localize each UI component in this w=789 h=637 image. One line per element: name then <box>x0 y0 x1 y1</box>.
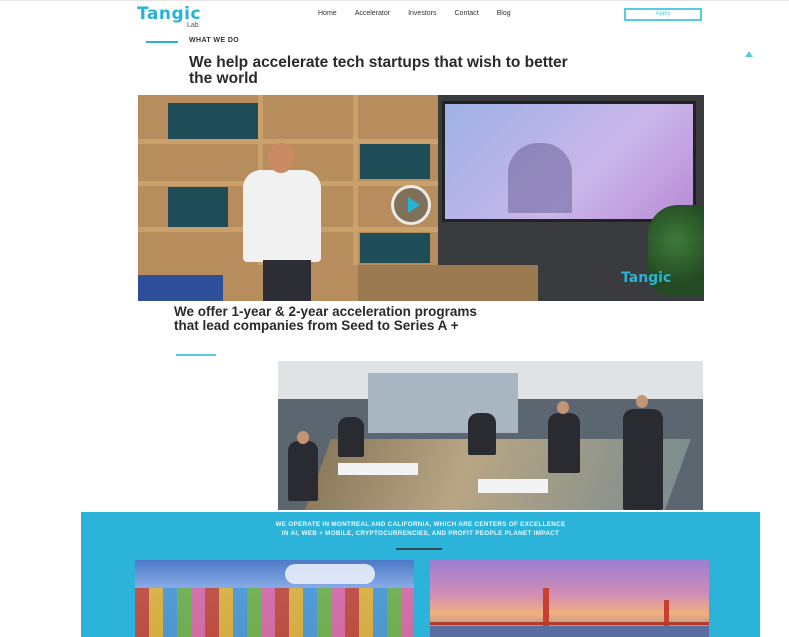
main-nav: Home Accelerator Investors Contact Blog <box>318 10 511 17</box>
attendee-face <box>636 395 648 408</box>
locations-divider <box>396 548 442 550</box>
cloud <box>285 564 375 584</box>
nav-investors[interactable]: Investors <box>408 10 436 17</box>
hero-video[interactable]: Tangic <box>138 95 704 301</box>
table <box>358 265 538 301</box>
nav-accelerator[interactable]: Accelerator <box>355 10 390 17</box>
shelf-cubby <box>360 233 430 263</box>
shelf-post <box>353 95 358 265</box>
paper-sheet <box>478 479 548 493</box>
meeting-photo <box>278 361 703 510</box>
shelf-cubby <box>168 103 258 139</box>
shelf-plank <box>138 139 438 144</box>
programs-divider <box>176 354 216 356</box>
montreal-photo <box>135 560 414 637</box>
logo[interactable]: Tangic <box>137 4 201 24</box>
attendee <box>288 441 318 501</box>
kicker-divider <box>146 41 178 43</box>
nav-blog[interactable]: Blog <box>497 10 511 17</box>
presenter-legs <box>263 260 311 301</box>
nav-home[interactable]: Home <box>318 10 337 17</box>
screen-silhouette <box>508 143 572 213</box>
attendee <box>623 409 663 510</box>
apply-button[interactable]: Apply <box>624 8 702 21</box>
attendee-face <box>297 431 309 444</box>
programs-headline: We offer 1-year & 2-year acceleration pr… <box>174 304 477 333</box>
presenter-body <box>243 170 321 262</box>
scroll-up-icon[interactable] <box>745 51 753 57</box>
attendee-face <box>557 401 569 414</box>
bay-water <box>430 626 709 637</box>
locations-text-line-2: IN AI, WEB + MOBILE, CRYPTOCURRENCIES, A… <box>281 530 560 537</box>
page-headline: We help accelerate tech startups that wi… <box>189 54 568 87</box>
bridge-deck <box>430 622 709 625</box>
play-icon[interactable] <box>391 185 431 225</box>
california-photo <box>430 560 709 637</box>
section-kicker: WHAT WE DO <box>189 37 240 44</box>
locations-text: WE OPERATE IN MONTREAL AND CALIFORNIA, W… <box>81 520 760 538</box>
hero-watermark: Tangic <box>621 270 672 286</box>
paper-sheet <box>338 463 418 475</box>
top-border <box>0 0 789 1</box>
shelf-cubby <box>168 187 228 227</box>
presenter-head <box>268 143 294 173</box>
attendee <box>548 413 580 473</box>
blue-bench <box>138 275 223 301</box>
attendee <box>338 417 364 457</box>
shelf-cubby <box>360 143 430 179</box>
attendee <box>468 413 496 455</box>
locations-text-line-1: WE OPERATE IN MONTREAL AND CALIFORNIA, W… <box>275 521 566 528</box>
colorful-building <box>135 588 414 637</box>
nav-contact[interactable]: Contact <box>455 10 479 17</box>
logo-subtitle: Lab <box>187 22 199 29</box>
